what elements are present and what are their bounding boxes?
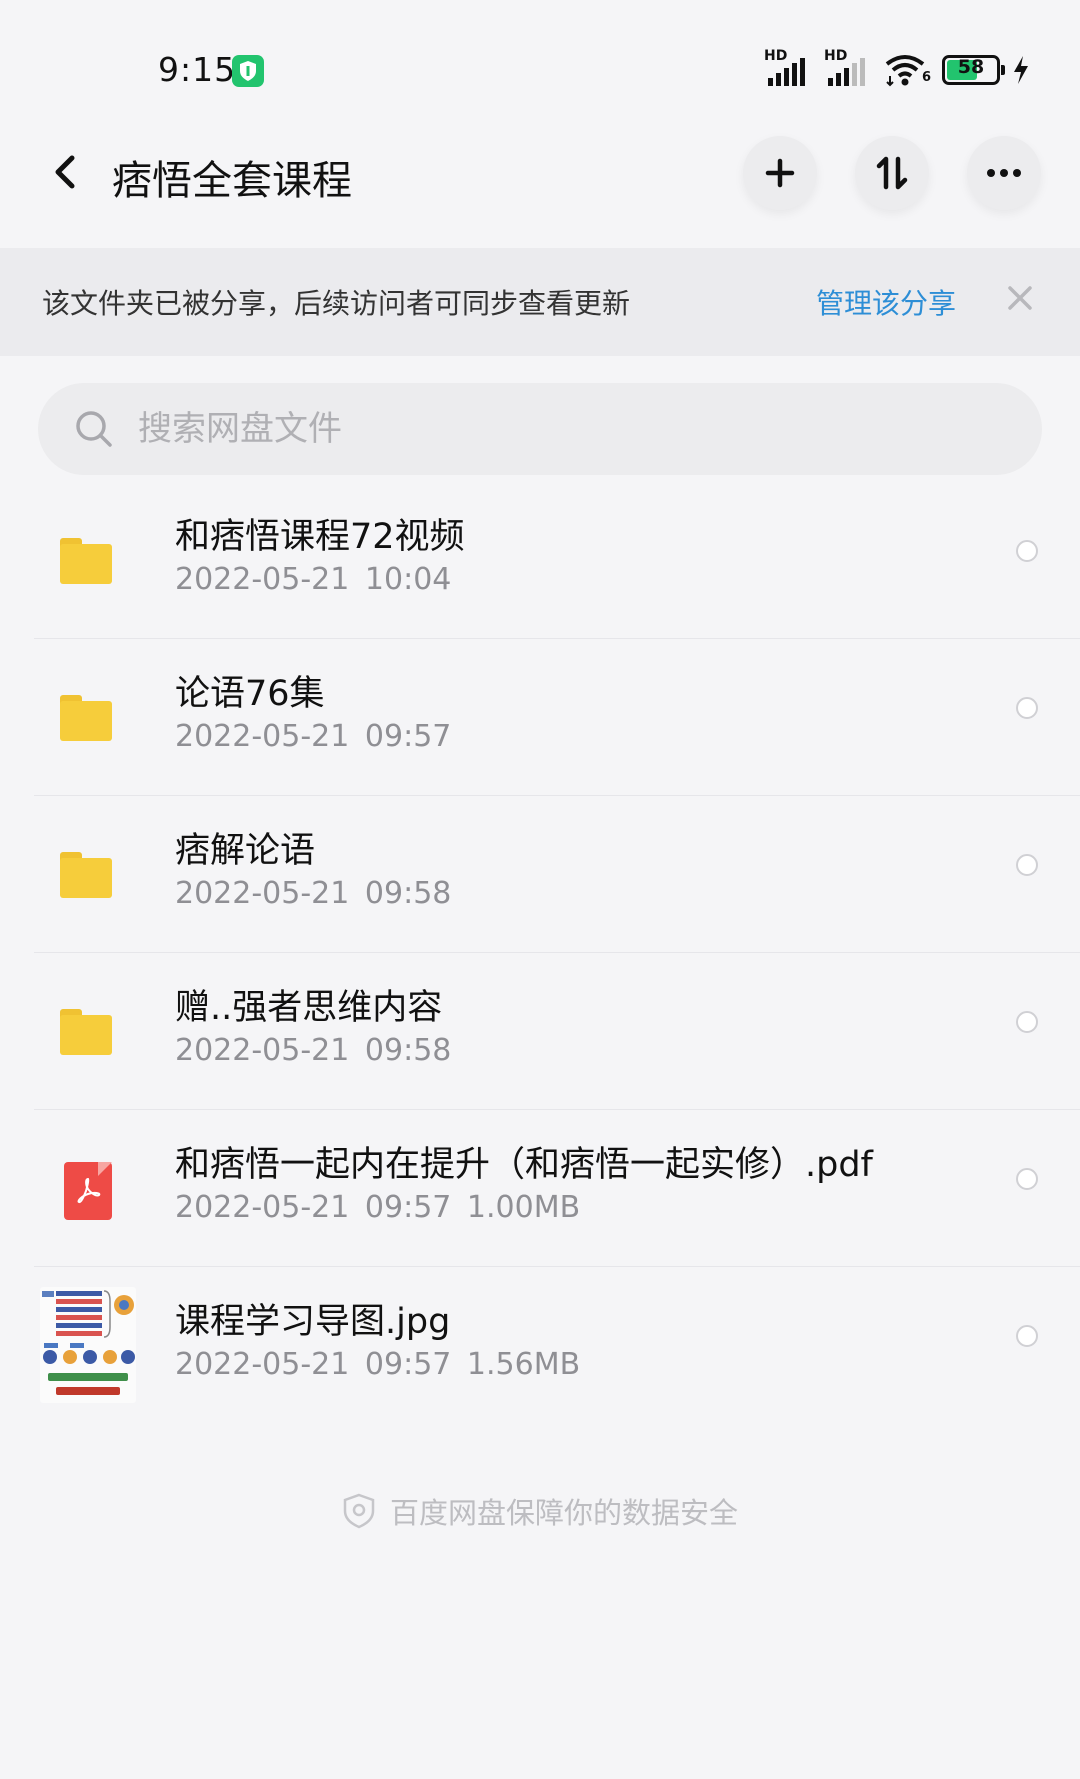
chevron-left-icon [55, 155, 75, 189]
footer-text: 百度网盘保障你的数据安全 [389, 1496, 738, 1530]
file-meta: 2022-05-21 09:58 [175, 876, 451, 911]
page-title: 痞悟全套课程 [112, 158, 352, 204]
battery-icon: 58 [942, 55, 1005, 85]
file-row-folder[interactable]: 痞解论语 2022-05-21 09:58 [0, 796, 1080, 953]
folder-icon [50, 526, 122, 598]
file-name: 痞解论语 [175, 831, 316, 871]
search-input[interactable] [138, 399, 998, 459]
file-name: 课程学习导图.jpg [175, 1302, 451, 1342]
file-time: 09:57 [364, 1347, 452, 1382]
file-name: 和痞悟一起内在提升（和痞悟一起实修）.pdf [175, 1145, 873, 1185]
vpn-shield-icon [232, 55, 264, 87]
file-meta: 2022-05-21 09:58 [175, 1033, 451, 1068]
more-icon [987, 169, 1021, 177]
share-banner: 该文件夹已被分享，后续访问者可同步查看更新 管理该分享 [0, 248, 1080, 356]
file-row-folder[interactable]: 和痞悟课程72视频 2022-05-21 10:04 [0, 482, 1080, 639]
file-date: 2022-05-21 [175, 719, 350, 754]
file-name: 论语76集 [175, 674, 325, 714]
battery-level: 58 [957, 56, 985, 78]
sort-icon [876, 156, 908, 190]
shield-icon [343, 1493, 375, 1529]
plus-icon [765, 158, 795, 188]
search-bar[interactable] [38, 383, 1042, 475]
search-icon [76, 411, 112, 447]
file-date: 2022-05-21 [175, 1190, 350, 1225]
file-row-folder[interactable]: 论语76集 2022-05-21 09:57 [0, 639, 1080, 796]
file-name: 赠..强者思维内容 [175, 988, 443, 1028]
folder-icon [50, 683, 122, 755]
security-footer: 百度网盘保障你的数据安全 [0, 1490, 1080, 1540]
select-checkbox[interactable] [1016, 854, 1038, 876]
file-row-folder[interactable]: 赠..强者思维内容 2022-05-21 09:58 [0, 953, 1080, 1110]
status-bar: 9:15 HD HD 6 58 [0, 0, 1080, 110]
manage-share-link[interactable]: 管理该分享 [816, 282, 956, 322]
file-meta: 2022-05-21 09:57 1.56MB [175, 1347, 580, 1382]
file-time: 09:58 [364, 1033, 452, 1068]
file-row-image[interactable]: 课程学习导图.jpg 2022-05-21 09:57 1.56MB [0, 1267, 1080, 1424]
close-icon [1008, 286, 1032, 310]
file-meta: 2022-05-21 09:57 1.00MB [175, 1190, 580, 1225]
file-date: 2022-05-21 [175, 1033, 350, 1068]
image-thumbnail [40, 1287, 136, 1403]
select-checkbox[interactable] [1016, 540, 1038, 562]
file-list: 和痞悟课程72视频 2022-05-21 10:04 论语76集 2022-05… [0, 482, 1080, 1424]
share-notice-text: 该文件夹已被分享，后续访问者可同步查看更新 [42, 287, 631, 320]
add-button[interactable] [743, 136, 817, 210]
file-row-pdf[interactable]: 和痞悟一起内在提升（和痞悟一起实修）.pdf 2022-05-21 09:57 … [0, 1110, 1080, 1267]
file-time: 10:04 [364, 562, 452, 597]
select-checkbox[interactable] [1016, 1325, 1038, 1347]
file-time: 09:57 [364, 719, 452, 754]
file-time: 09:58 [364, 876, 452, 911]
status-time: 9:15 [158, 50, 237, 89]
select-checkbox[interactable] [1016, 697, 1038, 719]
select-checkbox[interactable] [1016, 1011, 1038, 1033]
select-checkbox[interactable] [1016, 1168, 1038, 1190]
file-name: 和痞悟课程72视频 [175, 517, 465, 557]
folder-icon [50, 997, 122, 1069]
close-banner-button[interactable] [1005, 283, 1035, 313]
charging-icon [1014, 56, 1028, 84]
status-icons: HD HD 6 58 [764, 48, 1030, 90]
folder-icon [50, 840, 122, 912]
signal-icon: HD [824, 48, 872, 88]
file-time: 09:57 [364, 1190, 452, 1225]
file-size: 1.00MB [466, 1190, 581, 1225]
file-date: 2022-05-21 [175, 562, 350, 597]
wifi-label: 6 [922, 70, 932, 85]
more-button[interactable] [967, 136, 1041, 210]
file-meta: 2022-05-21 10:04 [175, 562, 451, 597]
back-button[interactable] [40, 144, 90, 200]
app-header: 痞悟全套课程 [0, 118, 1080, 228]
wifi-icon: 6 [884, 52, 932, 88]
file-size: 1.56MB [466, 1347, 581, 1382]
file-date: 2022-05-21 [175, 1347, 350, 1382]
file-date: 2022-05-21 [175, 876, 350, 911]
sort-button[interactable] [855, 136, 929, 210]
pdf-icon [50, 1154, 122, 1226]
signal-icon: HD [764, 48, 812, 88]
file-meta: 2022-05-21 09:57 [175, 719, 451, 754]
file-browser-screen: 9:15 HD HD 6 58 痞悟全套课程 该文件夹已被分享，后续访问者可同步… [0, 0, 1080, 1779]
